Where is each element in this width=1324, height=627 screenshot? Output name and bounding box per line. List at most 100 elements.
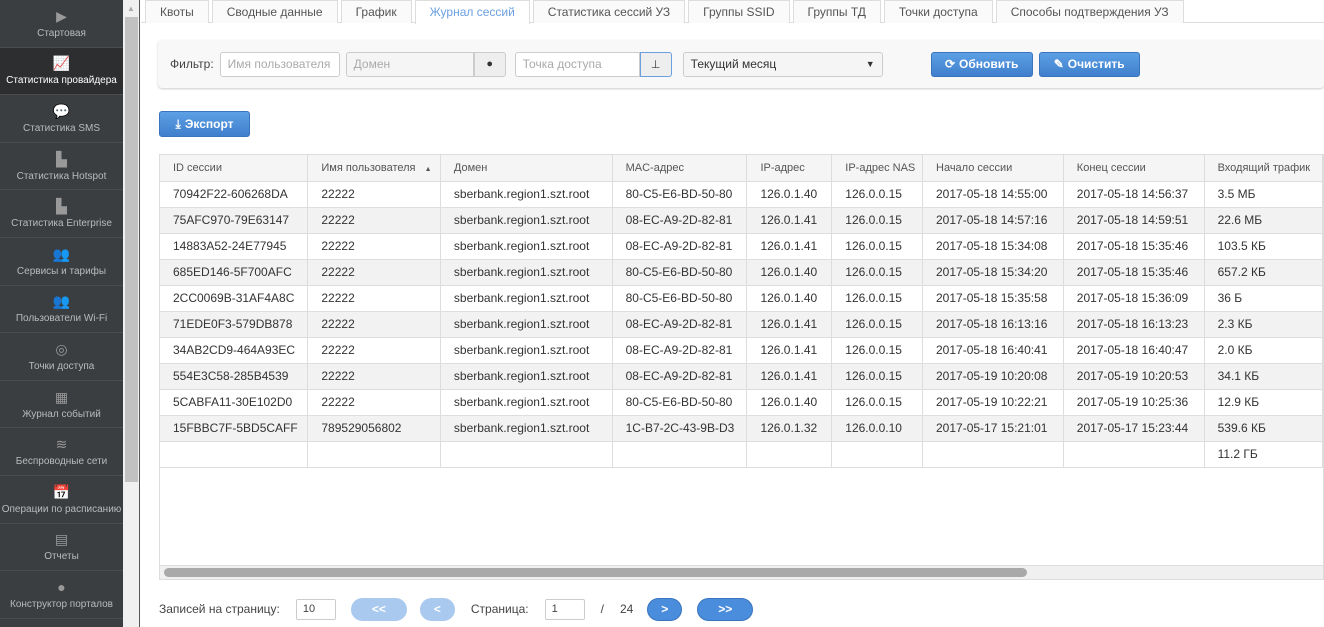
- column-header[interactable]: IP-адрес NAS: [831, 155, 923, 182]
- sidebar-item[interactable]: ≋ Беспроводные сети: [0, 428, 123, 476]
- sidebar-scrollbar[interactable]: ▲: [123, 0, 140, 627]
- tab[interactable]: Статистика сессий УЗ: [532, 0, 686, 23]
- tab[interactable]: Точки доступа: [883, 0, 993, 23]
- table-cell: 22222: [307, 337, 441, 364]
- column-header[interactable]: Входящий трафик: [1204, 155, 1323, 182]
- sidebar-item[interactable]: 👥 Пользователи Wi-Fi: [0, 286, 123, 334]
- table-cell: 22.6 МБ: [1204, 207, 1323, 234]
- table-cell: 126.0.0.15: [831, 363, 923, 390]
- table-row[interactable]: 15FBBC7F-5BD5CAFF 789529056802 sberbank.re…: [160, 415, 1323, 442]
- table-row[interactable]: 14883A52-24E77945 22222 sberbank.region1.s…: [160, 233, 1323, 260]
- export-button[interactable]: ⤓ Экспорт: [159, 111, 250, 137]
- total-cell: [160, 441, 309, 468]
- table-cell: 22222: [307, 285, 441, 312]
- calendar-icon: 📅: [52, 483, 71, 500]
- table-row[interactable]: 34AB2CD9-464A93EC 22222 sberbank.region1.s…: [160, 337, 1323, 364]
- total-cell: [831, 441, 923, 468]
- per-page-input[interactable]: 10: [295, 598, 336, 620]
- sidebar-item[interactable]: ◎ Точки доступа: [0, 333, 123, 381]
- sessions-table: ID сессии Имя пользователя ▲ Домен MAC-адре…: [159, 154, 1324, 580]
- table-cell: 126.0.0.15: [831, 181, 923, 208]
- table-cell: 126.0.1.41: [746, 207, 833, 234]
- next-page-button[interactable]: >: [647, 597, 683, 621]
- table-cell: 554E3C58-285B4539: [160, 363, 309, 390]
- table-row[interactable]: 70942F22-606268DA 22222 sberbank.region1.s…: [160, 181, 1323, 208]
- column-header[interactable]: IP-адрес: [746, 155, 833, 182]
- tab[interactable]: Сводные данные: [211, 0, 338, 23]
- horizontal-scrollbar[interactable]: [160, 565, 1323, 579]
- table-cell: 126.0.0.15: [831, 389, 923, 416]
- table-cell: sberbank.region1.szt.root: [440, 207, 613, 234]
- tab[interactable]: Квоты: [145, 0, 209, 23]
- column-header[interactable]: Конец сессии: [1063, 155, 1205, 182]
- sidebar-item[interactable]: ▙ Статистика Enterprise: [0, 190, 123, 238]
- sidebar-item[interactable]: ▤ Отчеты: [0, 524, 123, 572]
- table-cell: 126.0.1.41: [746, 337, 833, 364]
- access-point-input[interactable]: Точка доступа: [514, 51, 640, 77]
- table-row[interactable]: 685ED146-5F700AFC 22222 sberbank.region1.s…: [160, 259, 1323, 286]
- column-header-label: Имя пользователя: [321, 161, 416, 174]
- sidebar-item[interactable]: 💬 Статистика SMS: [0, 95, 123, 143]
- sidebar-item-label: Статистика Enterprise: [11, 218, 112, 230]
- tab[interactable]: Группы ТД: [792, 0, 881, 23]
- table-row[interactable]: 5CABFA11-30E102D0 22222 sberbank.region1.s…: [160, 389, 1323, 416]
- table-row[interactable]: 2CC0069B-31AF4A8C 22222 sberbank.region1.s…: [160, 285, 1323, 312]
- table-cell: sberbank.region1.szt.root: [440, 233, 613, 260]
- sidebar-item[interactable]: ▦ Журнал событий: [0, 381, 123, 429]
- globe-icon[interactable]: ●: [473, 51, 506, 77]
- scrollbar-thumb[interactable]: [164, 568, 1027, 577]
- table-row[interactable]: 71EDE0F3-579DB878 22222 sberbank.region1.s…: [160, 311, 1323, 338]
- period-select[interactable]: Текущий месяц ▼: [682, 51, 883, 77]
- tab[interactable]: График: [340, 0, 412, 23]
- table-cell: 08-EC-A9-2D-82-81: [612, 233, 748, 260]
- tab[interactable]: Журнал сессий: [414, 0, 530, 24]
- sidebar-item[interactable]: ▶ Стартовая: [0, 0, 123, 48]
- table-row[interactable]: 75AFC970-79E63147 22222 sberbank.region1.s…: [160, 207, 1323, 234]
- column-header[interactable]: ID сессии: [160, 155, 309, 182]
- domain-input[interactable]: Домен: [345, 51, 474, 77]
- table-cell: 5CABFA11-30E102D0: [160, 389, 309, 416]
- clear-button[interactable]: ✎ Очистить: [1038, 51, 1140, 77]
- tab[interactable]: Способы подтверждения УЗ: [995, 0, 1184, 23]
- column-header-label: IP-адрес: [760, 161, 805, 174]
- sidebar-item-label: Журнал событий: [22, 408, 101, 420]
- table-row[interactable]: 554E3C58-285B4539 22222 sberbank.region1.s…: [160, 363, 1323, 390]
- table-cell: 34AB2CD9-464A93EC: [160, 337, 309, 364]
- first-page-button[interactable]: <<: [350, 597, 407, 621]
- table-cell: 36 Б: [1204, 285, 1323, 312]
- column-header-label: ID сессии: [173, 161, 222, 174]
- export-label: Экспорт: [184, 117, 234, 131]
- prev-page-button[interactable]: <: [419, 597, 455, 621]
- sidebar-item[interactable]: 📅 Операции по расписанию: [0, 476, 123, 524]
- total-cell: [922, 441, 1064, 468]
- sitemap-icon[interactable]: ⊥: [639, 51, 672, 77]
- sidebar-item[interactable]: ▙ Статистика Hotspot: [0, 143, 123, 191]
- username-input[interactable]: Имя пользователя: [219, 51, 340, 77]
- sidebar-item[interactable]: 👥 Сервисы и тарифы: [0, 238, 123, 286]
- column-header[interactable]: MAC-адрес: [612, 155, 748, 182]
- scrollbar-thumb[interactable]: [125, 17, 138, 482]
- column-header[interactable]: Домен: [440, 155, 613, 182]
- sidebar-item[interactable]: ● Конструктор порталов: [0, 571, 123, 619]
- total-cell: [440, 441, 613, 468]
- column-header[interactable]: Имя пользователя ▲: [307, 155, 441, 182]
- total-cell: 11.2 ГБ: [1204, 441, 1323, 468]
- table-cell: 2017-05-18 14:56:37: [1063, 181, 1205, 208]
- page-input[interactable]: 1: [544, 598, 585, 620]
- table-cell: 34.1 КБ: [1204, 363, 1323, 390]
- scroll-up-icon[interactable]: ▲: [123, 0, 139, 17]
- refresh-button[interactable]: ⟳ Обновить: [930, 51, 1033, 77]
- table-cell: 126.0.0.15: [831, 233, 923, 260]
- table-cell: 2017-05-18 15:35:46: [1063, 233, 1205, 260]
- sidebar: ▶ Стартовая 📈 Статистика провайдера 💬 Статист…: [0, 0, 123, 627]
- globe-icon: ●: [57, 578, 66, 595]
- table-cell: 2017-05-18 15:36:09: [1063, 285, 1205, 312]
- last-page-button[interactable]: >>: [697, 597, 754, 621]
- sidebar-item[interactable]: 📈 Статистика провайдера: [0, 47, 123, 96]
- target-icon: ◎: [55, 340, 68, 357]
- tab[interactable]: Группы SSID: [688, 0, 790, 23]
- column-header-label: Начало сессии: [936, 161, 1013, 174]
- total-pages: 24: [619, 602, 634, 616]
- column-header[interactable]: Начало сессии: [922, 155, 1064, 182]
- table-cell: 2017-05-18 15:34:08: [922, 233, 1064, 260]
